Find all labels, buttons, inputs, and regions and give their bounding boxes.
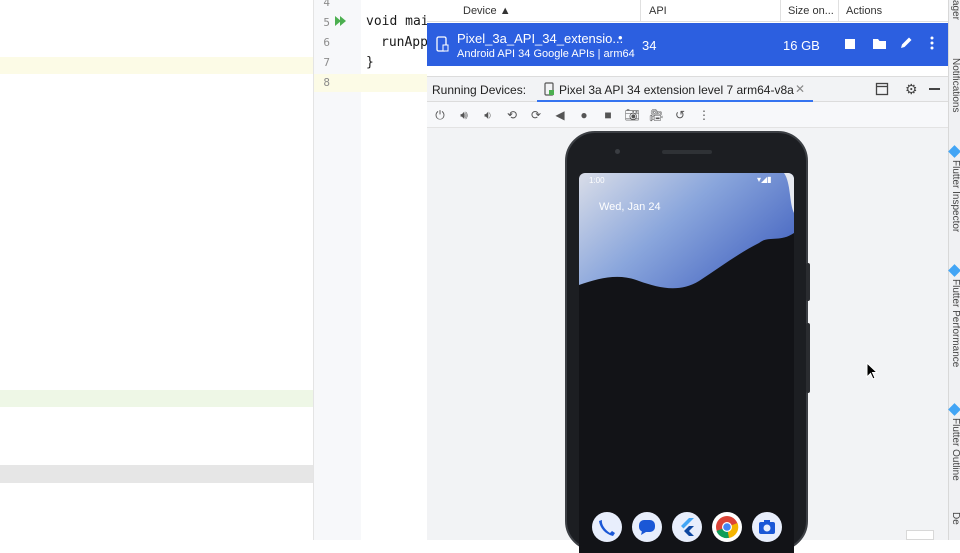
screenshot-camera-icon[interactable]: 📷︎ <box>624 107 640 123</box>
tool-window-notifications[interactable]: Notifications <box>949 58 960 112</box>
edit-pencil-icon[interactable] <box>899 36 913 55</box>
emulator-phone-frame: 1:00 ▾◢▮ Wed, Jan 24 <box>565 131 810 553</box>
tool-window-flutter-performance[interactable]: Flutter Performance <box>949 279 960 367</box>
device-status-dot: • <box>618 30 623 45</box>
settings-gear-icon[interactable]: ⚙ <box>905 81 918 98</box>
device-row-selected[interactable]: Pixel_3a_API_34_extensio... • Android AP… <box>427 23 948 66</box>
flutter-inspector-icon <box>948 145 960 158</box>
phone-device-icon <box>435 36 449 57</box>
emulator-frame-widget <box>906 530 934 540</box>
phone-device-icon <box>544 82 555 99</box>
running-devices-label: Running Devices: <box>432 83 527 97</box>
device-size: 16 GB <box>783 38 820 53</box>
editor-left-pane <box>0 0 313 540</box>
column-separator <box>838 0 839 22</box>
code-line: runApp <box>381 35 427 50</box>
column-separator <box>640 0 641 22</box>
tab-running-device[interactable]: Pixel 3a API 34 extension level 7 arm64-… <box>540 77 813 101</box>
phone-side-button <box>806 263 810 301</box>
emulator-toolbar: ⏻ 🔊︎ 🔉︎ ⟲ ⟳ ◀ ● ■ 📷︎ 🎥︎ ↺ ⋮ <box>427 102 948 128</box>
more-options-icon[interactable]: ⋮ <box>696 107 712 123</box>
tool-window-device-explorer[interactable]: De <box>949 512 960 525</box>
window-layout-icon[interactable] <box>875 82 889 99</box>
flutter-outline-icon <box>948 403 960 416</box>
line-number: 4 <box>323 0 330 9</box>
line-number: 5 <box>323 16 330 29</box>
current-line-highlight <box>0 57 313 74</box>
column-header-api[interactable]: API <box>649 5 667 17</box>
run-gutter-icon[interactable] <box>334 14 348 31</box>
flutter-performance-icon <box>948 264 960 277</box>
folder-icon[interactable] <box>872 37 887 55</box>
more-vertical-icon[interactable] <box>930 35 934 56</box>
camera-icon[interactable] <box>752 512 782 542</box>
column-header-size[interactable]: Size on... <box>788 5 834 17</box>
device-subtitle: Android API 34 Google APIs | arm64 <box>457 48 635 60</box>
code-current-line <box>361 74 427 92</box>
volume-down-icon[interactable]: 🔉︎ <box>480 107 496 123</box>
stop-icon[interactable] <box>845 39 855 49</box>
line-number: 7 <box>323 56 330 69</box>
phone-icon[interactable] <box>592 512 622 542</box>
messages-icon[interactable] <box>632 512 662 542</box>
volume-up-icon[interactable]: 🔊︎ <box>456 107 472 123</box>
home-icon[interactable]: ● <box>576 107 592 123</box>
screen-record-icon[interactable]: 🎥︎ <box>648 107 664 123</box>
earpiece-speaker <box>662 150 712 154</box>
device-name: Pixel_3a_API_34_extensio... <box>457 31 624 46</box>
chrome-icon[interactable] <box>712 512 742 542</box>
line-number: 6 <box>323 36 330 49</box>
table-header: Device ▲ API Size on... Actions <box>427 0 948 22</box>
code-line: void mai <box>366 14 427 29</box>
phone-side-button <box>806 323 810 393</box>
back-icon[interactable]: ◀ <box>552 107 568 123</box>
status-bar-time: 1:00 <box>589 176 605 185</box>
right-tool-strip: ager Notifications Flutter Inspector Flu… <box>948 0 960 540</box>
diff-line-highlight <box>0 390 313 407</box>
rotate-right-icon[interactable]: ⟳ <box>528 107 544 123</box>
column-separator <box>780 0 781 22</box>
power-icon[interactable]: ⏻ <box>432 107 448 123</box>
mouse-cursor <box>866 362 878 380</box>
device-api: 34 <box>642 38 657 53</box>
column-header-actions[interactable]: Actions <box>846 5 882 17</box>
status-icons: ▾◢▮ <box>757 175 772 184</box>
rotate-left-icon[interactable]: ⟲ <box>504 107 520 123</box>
snapshot-restore-icon[interactable]: ↺ <box>672 107 688 123</box>
tab-title: Pixel 3a API 34 extension level 7 arm64-… <box>559 83 794 97</box>
column-header-device[interactable]: Device ▲ <box>463 5 511 17</box>
front-camera <box>615 149 620 154</box>
phone-screen[interactable]: 1:00 ▾◢▮ Wed, Jan 24 <box>579 173 794 553</box>
editor-separator-band <box>0 465 313 483</box>
line-number: 8 <box>323 76 330 89</box>
overview-icon[interactable]: ■ <box>600 107 616 123</box>
running-devices-bar: Running Devices: Pixel 3a API 34 extensi… <box>427 76 948 102</box>
tool-window-flutter-outline[interactable]: Flutter Outline <box>949 418 960 481</box>
tool-window-device-manager[interactable]: ager <box>949 0 960 20</box>
device-manager-table: Device ▲ API Size on... Actions Pixel_3a… <box>427 0 948 66</box>
tool-window-flutter-inspector[interactable]: Flutter Inspector <box>949 160 960 232</box>
code-editor[interactable]: void mai runApp } <box>361 0 427 540</box>
close-tab-icon[interactable]: ✕ <box>795 82 805 96</box>
wallpaper-image <box>579 173 794 553</box>
sort-asc-icon: ▲ <box>499 5 511 17</box>
flutter-icon[interactable] <box>672 512 702 542</box>
code-line: } <box>366 55 374 70</box>
minimize-icon[interactable] <box>929 88 940 90</box>
lockscreen-date: Wed, Jan 24 <box>599 201 661 213</box>
editor-gutter: 4 5 6 7 8 <box>313 0 362 540</box>
